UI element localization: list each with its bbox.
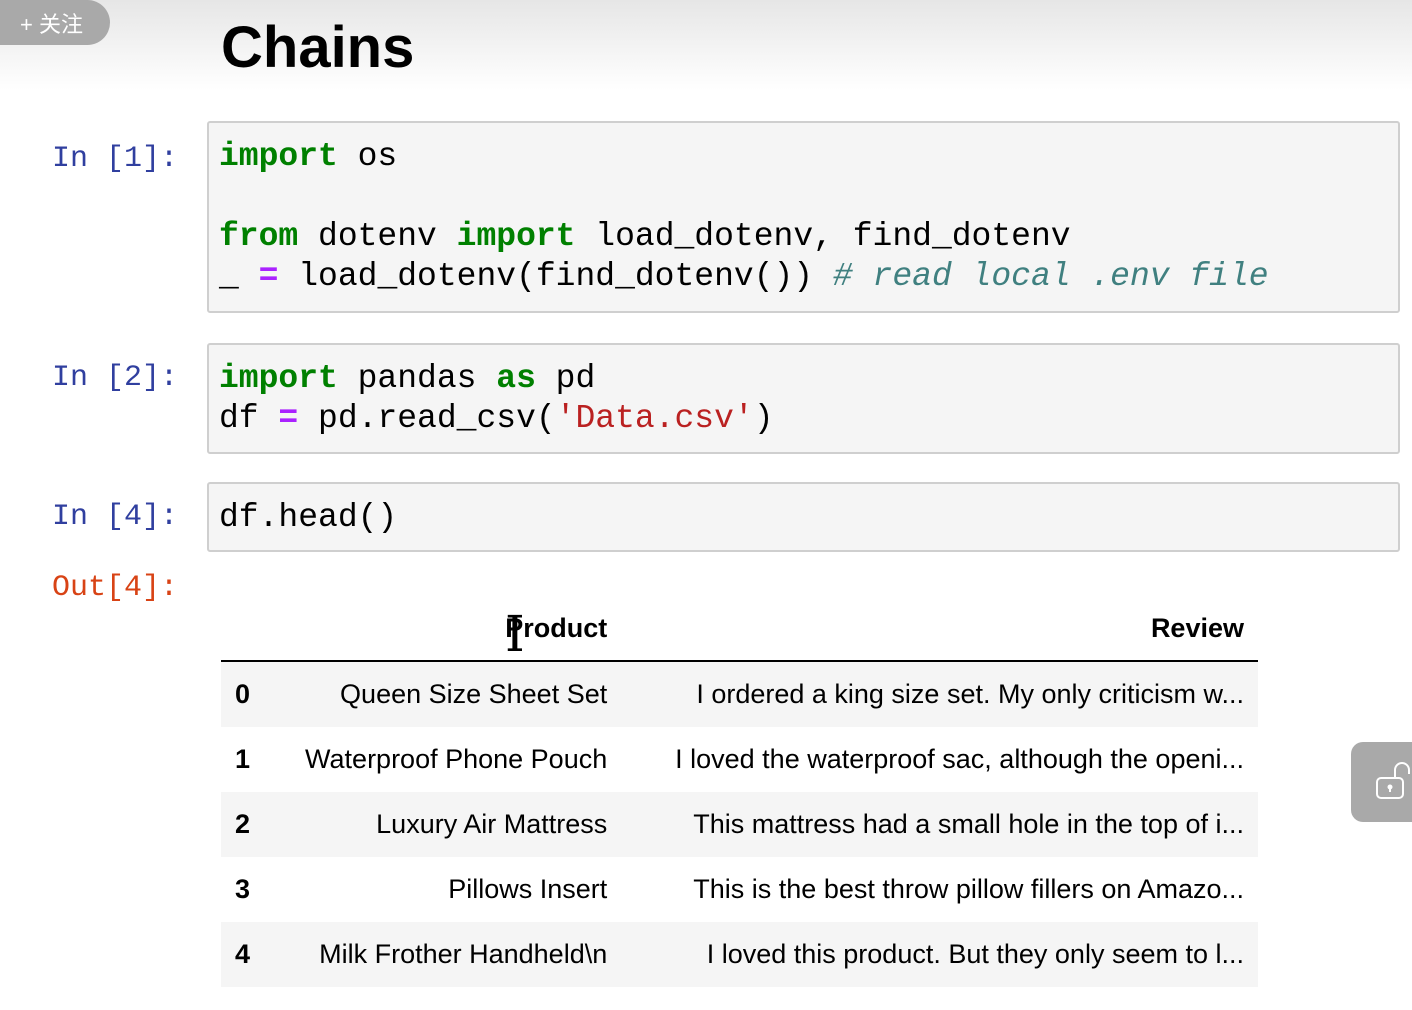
column-header — [221, 596, 269, 662]
code: os — [337, 138, 398, 175]
table-row: 3 Pillows Insert This is the best throw pi… — [221, 857, 1258, 922]
cell: Pillows Insert — [448, 874, 608, 904]
follow-label: + 关注 — [20, 11, 83, 37]
code: _ — [219, 258, 259, 295]
cell: This is the best throw pillow fillers on… — [693, 874, 1244, 904]
cell: Milk Frother Handheld\n — [319, 939, 608, 969]
row-index: 4 — [235, 939, 251, 969]
row-index: 1 — [235, 744, 251, 774]
table-header: Product Review — [221, 596, 1258, 662]
row-index: 3 — [235, 874, 251, 904]
code: as — [496, 360, 536, 397]
cell: I loved this product. But they only seem… — [706, 939, 1244, 969]
column-header: Review — [621, 596, 1258, 662]
code: from — [219, 218, 299, 255]
row-index: 2 — [235, 809, 251, 839]
cell: I loved the waterproof sac, although the… — [675, 744, 1244, 774]
follow-button[interactable]: + 关注 — [0, 0, 110, 45]
notebook-heading: Chains — [221, 15, 415, 80]
column-header: Product — [269, 596, 622, 662]
code: = — [258, 258, 279, 295]
code-cell-2[interactable]: import pandas as pd df = pd.read_csv('Da… — [207, 343, 1400, 454]
code: load_dotenv, find_dotenv — [575, 218, 1071, 255]
lock-button[interactable] — [1351, 742, 1412, 822]
code-cell-3[interactable]: df.head() — [207, 482, 1400, 552]
code: import — [219, 138, 338, 175]
code: = — [278, 400, 299, 437]
code: load_dotenv(find_dotenv()) — [278, 258, 833, 295]
top-fade — [0, 0, 1412, 90]
cell-prompt: In [1]: — [52, 142, 179, 176]
table-row: 1 Waterproof Phone Pouch I loved the water… — [221, 727, 1258, 792]
code: df.head() — [219, 499, 398, 536]
text-cursor-icon: I — [505, 605, 525, 663]
unlock-icon — [1376, 762, 1410, 799]
code-comment: # read local .env file — [832, 258, 1269, 295]
cell: Luxury Air Mattress — [376, 809, 608, 839]
row-index: 0 — [235, 679, 251, 709]
cell: Waterproof Phone Pouch — [305, 744, 608, 774]
code: ) — [753, 400, 774, 437]
code: pd — [535, 360, 596, 397]
cell-prompt: In [4]: — [52, 500, 179, 534]
cell-prompt: In [2]: — [52, 361, 179, 395]
code: import — [219, 360, 338, 397]
code: pandas — [337, 360, 497, 397]
code: df — [219, 400, 279, 437]
code-cell-1[interactable]: import os from dotenv import load_dotenv… — [207, 121, 1400, 313]
code: dotenv — [298, 218, 457, 255]
code: pd.read_csv( — [298, 400, 556, 437]
dataframe-table: Product Review 0 Queen Size Sheet Set I or… — [221, 596, 1258, 987]
table-row: 4 Milk Frother Handheld\n I loved this pro… — [221, 922, 1258, 987]
cell: Queen Size Sheet Set — [340, 679, 608, 709]
cell: This mattress had a small hole in the to… — [693, 809, 1244, 839]
code: import — [456, 218, 576, 255]
cell: I ordered a king size set. My only criti… — [696, 679, 1244, 709]
table-row: 0 Queen Size Sheet Set I ordered a king si… — [221, 661, 1258, 727]
code-string: 'Data.csv' — [555, 400, 754, 437]
table-row: 2 Luxury Air Mattress This mattress had a … — [221, 792, 1258, 857]
output-prompt: Out[4]: — [52, 571, 179, 605]
